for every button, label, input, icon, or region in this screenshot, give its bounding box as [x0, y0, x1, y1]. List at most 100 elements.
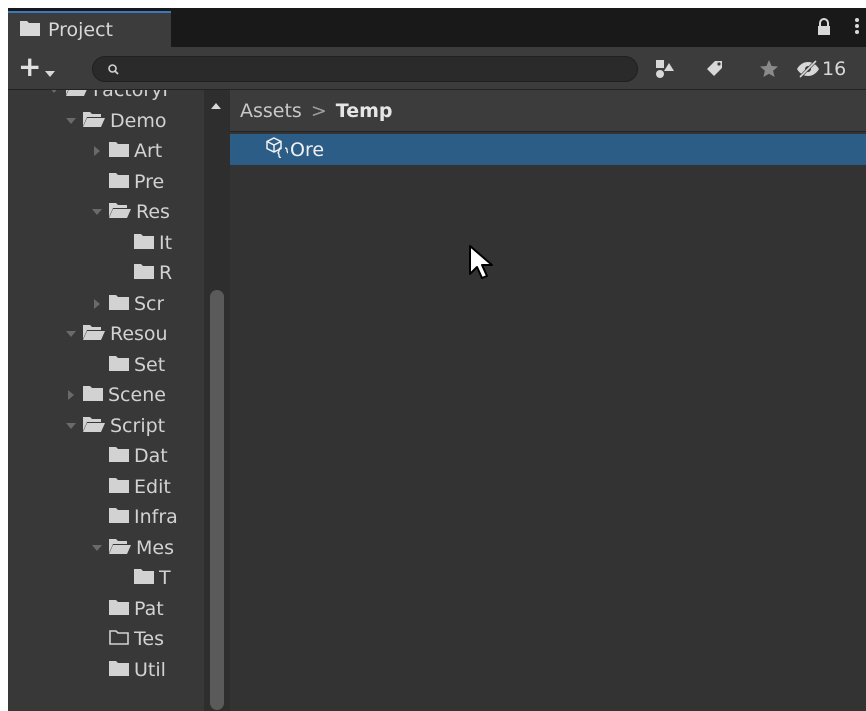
open-folder-icon: [109, 201, 131, 223]
tree-item[interactable]: Set: [8, 350, 212, 380]
tree-item-label: Edit: [134, 475, 171, 498]
folder-icon: [109, 476, 129, 498]
tree-item-label: Demo: [110, 109, 167, 132]
asset-row-ore[interactable]: Ore: [230, 134, 866, 165]
search-by-label-button[interactable]: [702, 56, 728, 82]
tree-item[interactable]: Pre: [8, 167, 212, 197]
star-icon: [760, 60, 778, 77]
tree-item[interactable]: Mes: [8, 533, 212, 563]
tree-item[interactable]: Edit: [8, 472, 212, 502]
tree-item[interactable]: Demo: [8, 106, 212, 136]
asset-name: Ore: [290, 138, 325, 161]
folder-tree[interactable]: FactoryF Demo Art Pre Res It R Scr Resou Set Scene…: [8, 90, 212, 711]
breadcrumb: Assets > Temp: [230, 90, 866, 132]
hidden-packages-toggle[interactable]: 16: [796, 56, 846, 82]
tree-item-label: Dat: [134, 445, 168, 467]
create-button[interactable]: +: [18, 53, 41, 81]
tab-bar: Project: [8, 8, 866, 47]
tree-item[interactable]: Art: [8, 136, 212, 166]
collapsed-arrow-icon[interactable]: [63, 389, 79, 401]
breadcrumb-current[interactable]: Temp: [336, 100, 393, 122]
tree-item-label: Scene: [108, 384, 166, 406]
folder-icon: [134, 232, 154, 254]
lock-icon[interactable]: [816, 18, 832, 40]
tree-item-label: Resou: [110, 323, 168, 345]
tree-item-label: Set: [134, 353, 166, 376]
folder-icon: [109, 354, 129, 376]
expanded-arrow-icon[interactable]: [63, 117, 79, 125]
tree-item[interactable]: R: [8, 258, 212, 288]
tree-item-label: Script: [110, 414, 166, 437]
folder-icon: [109, 598, 129, 620]
folder-icon: [134, 567, 154, 589]
tree-item[interactable]: Res: [8, 197, 212, 227]
open-folder-icon: [83, 323, 105, 345]
folder-icon: [83, 384, 103, 406]
tree-item[interactable]: Infra: [8, 502, 212, 532]
tree-item[interactable]: Dat: [8, 441, 212, 471]
tree-item[interactable]: Pat: [8, 594, 212, 624]
expanded-arrow-icon[interactable]: [89, 544, 105, 552]
folder-icon: [109, 506, 129, 528]
mouse-cursor-icon: [468, 244, 496, 286]
tree-item[interactable]: Scr: [8, 289, 212, 319]
collapsed-arrow-icon[interactable]: [89, 298, 105, 310]
expanded-arrow-icon[interactable]: [63, 330, 79, 338]
search-input[interactable]: [127, 59, 621, 81]
search-field[interactable]: [92, 56, 638, 82]
hidden-count: 16: [822, 58, 847, 80]
scriptable-object-icon: [266, 136, 289, 163]
tree-item[interactable]: FactoryF: [8, 90, 212, 105]
tree-item-label: R: [159, 262, 173, 284]
tree-item-label: FactoryF: [93, 90, 174, 101]
shapes-icon: [656, 60, 674, 78]
folder-icon: [109, 293, 129, 315]
folder-icon: [109, 140, 129, 162]
folder-icon: [109, 445, 129, 467]
folder-icon: [109, 171, 129, 193]
tree-item[interactable]: Scene: [8, 380, 212, 410]
collapsed-arrow-icon[interactable]: [89, 145, 105, 157]
tree-item-label: Tes: [134, 628, 164, 650]
breadcrumb-separator: >: [310, 99, 327, 122]
tree-item-label: Infra: [134, 506, 178, 528]
tree-item[interactable]: Script: [8, 411, 212, 441]
tree-item[interactable]: Resou: [8, 319, 212, 349]
tree-item[interactable]: Tes: [8, 624, 212, 654]
empty-folder-icon: [109, 628, 129, 650]
tab-project[interactable]: Project: [8, 11, 171, 47]
folder-icon: [20, 19, 40, 41]
tree-item-label: Pre: [134, 170, 165, 193]
open-folder-icon: [66, 90, 88, 101]
open-folder-icon: [83, 415, 105, 437]
tree-item-label: Scr: [134, 292, 165, 315]
scroll-up-icon[interactable]: [210, 95, 222, 114]
tree-item-label: T: [159, 567, 171, 589]
open-folder-icon: [83, 110, 105, 132]
search-by-type-button[interactable]: [652, 56, 678, 82]
eye-slash-icon: [797, 60, 819, 78]
expanded-arrow-icon[interactable]: [89, 208, 105, 216]
folder-icon: [134, 262, 154, 284]
favorites-button[interactable]: [756, 56, 782, 82]
tab-label: Project: [48, 19, 114, 41]
scroll-thumb[interactable]: [210, 290, 224, 710]
chevron-down-icon[interactable]: [44, 63, 56, 82]
tree-item-label: It: [159, 231, 173, 254]
tag-icon: [707, 61, 722, 76]
project-window: Project + 16 FactoryF Demo Art Pre Res I…: [8, 8, 866, 711]
expanded-arrow-icon[interactable]: [63, 422, 79, 430]
tree-item-label: Mes: [136, 536, 174, 559]
breadcrumb-root[interactable]: Assets: [240, 100, 302, 122]
asset-panel[interactable]: Assets > Temp Ore: [230, 90, 866, 711]
more-options-icon[interactable]: [854, 17, 860, 35]
tree-item[interactable]: Util: [8, 655, 212, 685]
tree-item[interactable]: T: [8, 563, 212, 593]
tree-item[interactable]: It: [8, 228, 212, 258]
tree-item-label: Util: [134, 658, 166, 681]
folder-icon: [109, 659, 129, 681]
expanded-arrow-icon[interactable]: [46, 90, 62, 94]
tree-scrollbar[interactable]: [204, 90, 230, 711]
tree-item-label: Res: [136, 201, 170, 223]
tree-item-label: Pat: [134, 597, 164, 620]
